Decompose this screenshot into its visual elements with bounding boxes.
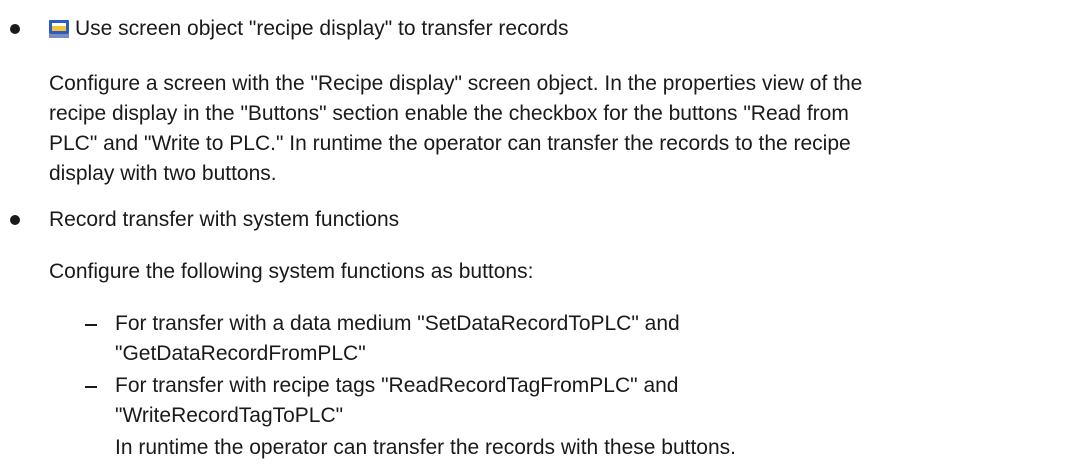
item-closing: In runtime the operator can transfer the…	[115, 436, 736, 459]
item-heading-row: Use screen object "recipe display" to tr…	[49, 14, 568, 44]
bullet-dot	[10, 24, 20, 34]
item-heading: Record transfer with system functions	[49, 208, 400, 231]
bullet-dot	[10, 215, 20, 225]
description-line: PLC" and "Write to PLC." In runtime the …	[49, 132, 851, 155]
item-heading: Use screen object "recipe display" to tr…	[75, 17, 569, 40]
sub-item-line: "GetDataRecordFromPLC"	[115, 342, 366, 365]
item-heading-row: Record transfer with system functions	[49, 205, 399, 235]
description-line: display with two buttons.	[49, 162, 277, 185]
sub-item-recipe-tags: For transfer with recipe tags "ReadRecor…	[115, 371, 1075, 431]
item-intro: Configure the following system functions…	[49, 260, 534, 283]
sub-item-line: For transfer with a data medium "SetData…	[115, 312, 680, 335]
dash-bullet	[85, 324, 97, 326]
item-description: Configure a screen with the "Recipe disp…	[49, 69, 1079, 189]
sub-item-data-medium: For transfer with a data medium "SetData…	[115, 309, 1075, 369]
description-line: recipe display in the "Buttons" section …	[49, 102, 849, 125]
dash-bullet	[85, 386, 97, 388]
sub-item-line: For transfer with recipe tags "ReadRecor…	[115, 374, 679, 397]
screen-object-icon	[49, 20, 69, 38]
sub-item-line: "WriteRecordTagToPLC"	[115, 404, 344, 427]
description-line: Configure a screen with the "Recipe disp…	[49, 72, 863, 95]
